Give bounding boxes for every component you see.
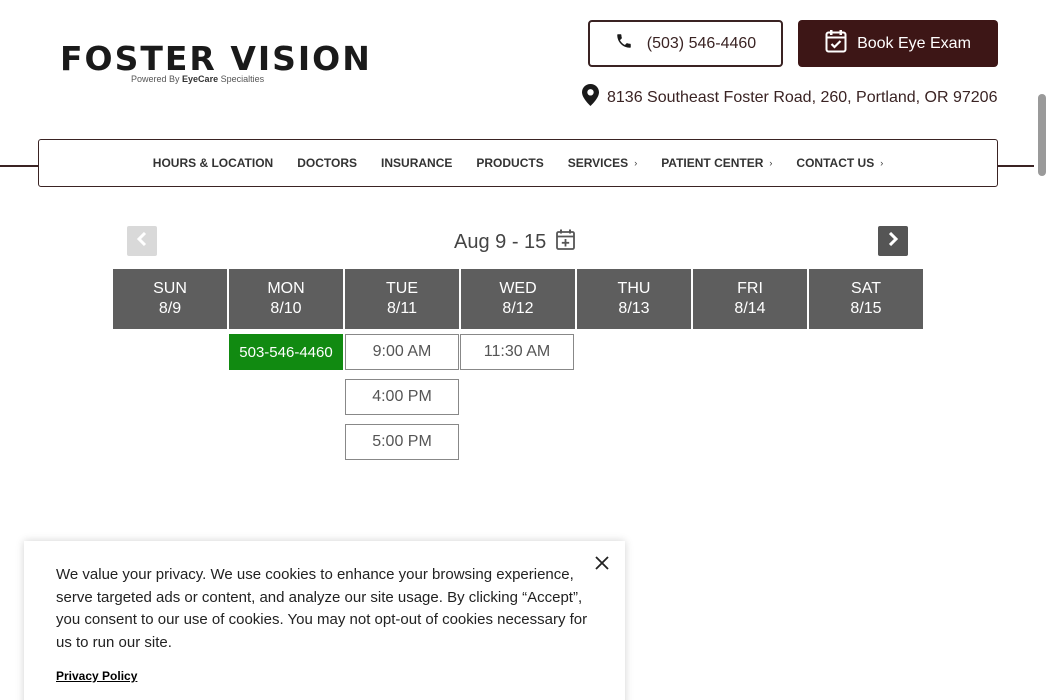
time-slot-tue-1[interactable]: 9:00 AM bbox=[345, 334, 459, 370]
chevron-left-icon bbox=[136, 231, 148, 251]
chevron-right-icon: › bbox=[769, 158, 773, 168]
time-slot-wed-1[interactable]: 11:30 AM bbox=[460, 334, 574, 370]
time-slot-tue-3[interactable]: 5:00 PM bbox=[345, 424, 459, 460]
nav-item-products[interactable]: PRODUCTS bbox=[476, 156, 543, 170]
nav-item-insurance[interactable]: INSURANCE bbox=[381, 156, 452, 170]
chevron-right-icon: › bbox=[634, 158, 638, 168]
day-header-row: SUN 8/9 MON 8/10 TUE 8/11 WED 8/12 THU 8/13 F… bbox=[113, 269, 923, 329]
logo[interactable]: FOSTER VISION Powered By EyeCare Special… bbox=[60, 39, 372, 90]
nav-item-patient-center[interactable]: PATIENT CENTER › bbox=[661, 156, 772, 170]
close-icon[interactable] bbox=[592, 553, 612, 573]
day-header-sat: SAT 8/15 bbox=[809, 269, 923, 329]
week-range-label: Aug 9 - 15 bbox=[454, 231, 547, 253]
phone-icon bbox=[615, 31, 633, 56]
book-eye-exam-button[interactable]: Book Eye Exam bbox=[798, 20, 998, 67]
call-to-book-slot-mon[interactable]: 503-546-4460 bbox=[229, 334, 343, 370]
address-text: 8136 Southeast Foster Road, 260, Portlan… bbox=[607, 88, 998, 106]
previous-week-button[interactable] bbox=[127, 226, 157, 256]
day-header-wed: WED 8/12 bbox=[461, 269, 575, 329]
cookie-message: We value your privacy. We use cookies to… bbox=[56, 566, 588, 651]
day-header-fri: FRI 8/14 bbox=[693, 269, 807, 329]
nav-divider-left bbox=[0, 165, 40, 167]
day-header-thu: THU 8/13 bbox=[577, 269, 691, 329]
privacy-policy-link[interactable]: Privacy Policy bbox=[56, 669, 137, 683]
nav-divider-right bbox=[996, 165, 1034, 167]
main-nav: HOURS & LOCATION DOCTORS INSURANCE PRODU… bbox=[38, 139, 998, 187]
logo-tagline: Powered By EyeCare Specialties bbox=[131, 74, 265, 84]
phone-button[interactable]: (503) 546-4460 bbox=[588, 20, 783, 67]
nav-item-hours-location[interactable]: HOURS & LOCATION bbox=[153, 156, 273, 170]
next-week-button[interactable] bbox=[878, 226, 908, 256]
nav-item-doctors[interactable]: DOCTORS bbox=[297, 156, 357, 170]
book-eye-exam-label: Book Eye Exam bbox=[857, 34, 971, 52]
nav-item-contact-us[interactable]: CONTACT US › bbox=[796, 156, 883, 170]
scrollbar-thumb[interactable] bbox=[1038, 94, 1046, 176]
chevron-right-icon bbox=[887, 231, 899, 251]
chevron-right-icon: › bbox=[880, 158, 884, 168]
day-header-sun: SUN 8/9 bbox=[113, 269, 227, 329]
logo-wordmark: FOSTER VISION bbox=[60, 39, 372, 78]
calendar-plus-icon[interactable] bbox=[556, 229, 576, 256]
map-pin-icon bbox=[582, 84, 599, 111]
cookie-banner: We value your privacy. We use cookies to… bbox=[24, 541, 625, 700]
day-header-mon: MON 8/10 bbox=[229, 269, 343, 329]
nav-item-services[interactable]: SERVICES › bbox=[568, 156, 637, 170]
address-link[interactable]: 8136 Southeast Foster Road, 260, Portlan… bbox=[582, 84, 997, 111]
day-header-tue: TUE 8/11 bbox=[345, 269, 459, 329]
time-slot-tue-2[interactable]: 4:00 PM bbox=[345, 379, 459, 415]
calendar-check-icon bbox=[825, 29, 847, 58]
phone-button-label: (503) 546-4460 bbox=[646, 34, 757, 52]
week-range[interactable]: Aug 9 - 15 bbox=[454, 229, 576, 256]
